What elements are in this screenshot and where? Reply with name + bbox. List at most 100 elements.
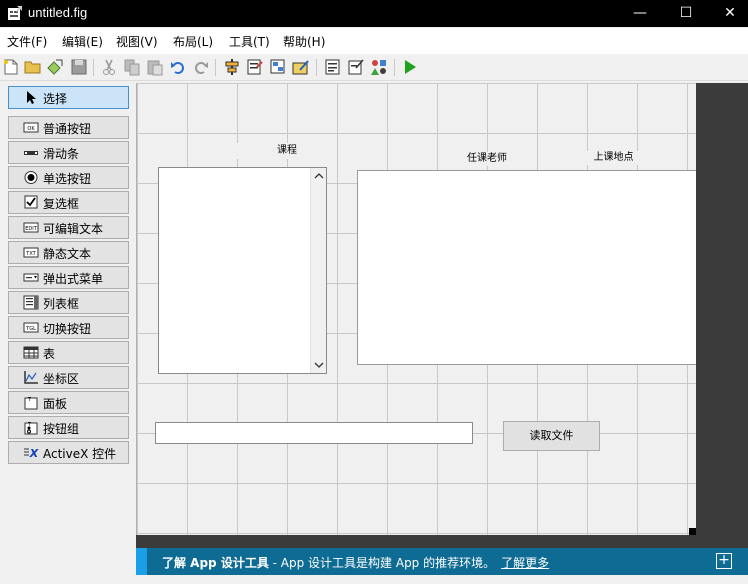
banner-accent (136, 548, 147, 575)
teacher-label[interactable]: 任课老师 (447, 152, 527, 166)
palette-panel[interactable]: T 面板 (8, 391, 129, 414)
palette-label: 滑动条 (43, 147, 80, 161)
menu-editor-icon[interactable] (246, 58, 264, 76)
palette-label: 切换按钮 (43, 322, 92, 336)
minimize-button[interactable]: — (620, 0, 660, 27)
palette-label: ActiveX 控件 (43, 447, 117, 461)
cursor-icon (27, 91, 36, 104)
toggle-icon: TGL (23, 322, 39, 333)
palette-label: 坐标区 (43, 372, 80, 386)
axes-icon (24, 371, 38, 384)
object-browser-icon[interactable] (347, 58, 365, 76)
palette-label: 列表框 (43, 297, 80, 311)
palette-label: 单选按钮 (43, 172, 92, 186)
canvas-resize-handle[interactable] (689, 528, 696, 535)
app-designer-banner: 了解 App 设计工具 - App 设计工具是构建 App 的推荐环境。 了解更多… (136, 548, 748, 575)
palette-label: 选择 (43, 92, 68, 106)
palette-label: 表 (43, 347, 56, 361)
radio-icon (24, 171, 38, 184)
palette-checkbox[interactable]: 复选框 (8, 191, 129, 214)
maximize-button[interactable]: ☐ (666, 0, 706, 27)
activex-icon: X (24, 447, 39, 460)
palette-table[interactable]: 表 (8, 341, 129, 364)
palette-select[interactable]: 选择 (8, 86, 129, 109)
menu-view[interactable]: 视图(V) (116, 33, 158, 50)
menu-help[interactable]: 帮助(H) (283, 33, 325, 50)
pushbutton-icon: OK (23, 122, 39, 133)
popup-menu-icon (23, 273, 39, 282)
component-palette: 选择 OK 普通按钮 滑动条 单选按钮 复选框 EDIT 可编辑文本 TXT 静… (0, 82, 136, 584)
align-icon[interactable] (223, 58, 241, 76)
menu-layout[interactable]: 布局(L) (173, 33, 213, 50)
export-icon[interactable] (46, 58, 64, 76)
run-icon[interactable] (401, 58, 419, 76)
checkbox-icon (24, 195, 38, 209)
location-label[interactable]: 上课地点 (577, 151, 650, 165)
save-icon[interactable] (70, 58, 88, 76)
palette-button-group[interactable]: T 按钮组 (8, 416, 129, 439)
svg-text:TGL: TGL (25, 326, 36, 332)
canvas-margin-right (696, 83, 748, 535)
property-inspector-icon[interactable] (324, 58, 342, 76)
course-label[interactable]: 课程 (237, 143, 337, 159)
learn-more-link[interactable]: 了解更多 (501, 556, 549, 570)
palette-listbox[interactable]: 列表框 (8, 291, 129, 314)
palette-toggle[interactable]: TGL 切换按钮 (8, 316, 129, 339)
close-button[interactable]: ✕ (710, 0, 748, 27)
redo-icon[interactable] (192, 58, 210, 76)
schedule-table[interactable] (357, 170, 696, 365)
open-folder-icon[interactable] (24, 58, 42, 76)
toolbar-separator (394, 59, 395, 76)
palette-axes[interactable]: 坐标区 (8, 366, 129, 389)
expand-icon[interactable]: + (716, 553, 732, 569)
palette-activex[interactable]: X ActiveX 控件 (8, 441, 129, 464)
static-text-icon: TXT (23, 247, 39, 258)
palette-label: 静态文本 (43, 247, 92, 261)
course-listbox[interactable] (158, 167, 327, 374)
table-icon (23, 346, 39, 359)
chevron-down-icon[interactable] (314, 360, 324, 370)
menu-file[interactable]: 文件(F) (7, 33, 47, 50)
menu-edit[interactable]: 编辑(E) (62, 33, 103, 50)
palette-label: 弹出式菜单 (43, 272, 104, 286)
palette-radio[interactable]: 单选按钮 (8, 166, 129, 189)
toolbar-separator (215, 59, 216, 76)
shapes-icon[interactable] (370, 58, 388, 76)
listbox-icon (23, 295, 39, 310)
chevron-up-icon[interactable] (314, 171, 324, 181)
palette-label: 面板 (43, 397, 68, 411)
palette-static-text[interactable]: TXT 静态文本 (8, 241, 129, 264)
paste-icon[interactable] (146, 58, 164, 76)
svg-text:TXT: TXT (25, 251, 36, 257)
file-path-field[interactable] (155, 422, 473, 444)
listbox-scrollbar[interactable] (310, 168, 326, 373)
banner-description: - App 设计工具是构建 App 的推荐环境。 (268, 556, 496, 570)
editor-icon[interactable] (292, 58, 310, 76)
svg-text:OK: OK (27, 126, 35, 132)
toolbar-separator (316, 59, 317, 76)
new-file-icon[interactable] (2, 58, 20, 76)
palette-label: 复选框 (43, 197, 80, 211)
palette-label: 按钮组 (43, 422, 80, 436)
palette-edit-text[interactable]: EDIT 可编辑文本 (8, 216, 129, 239)
banner-text: 了解 App 设计工具 - App 设计工具是构建 App 的推荐环境。 了解更多 (162, 554, 549, 571)
svg-text:X: X (29, 447, 39, 460)
menu-bar: 文件(F) 编辑(E) 视图(V) 布局(L) 工具(T) 帮助(H) (0, 28, 748, 54)
palette-popup-menu[interactable]: 弹出式菜单 (8, 266, 129, 289)
svg-text:EDIT: EDIT (25, 226, 37, 232)
cut-icon[interactable] (100, 58, 118, 76)
canvas-margin-bottom (136, 535, 748, 548)
read-file-button[interactable]: 读取文件 (503, 421, 600, 451)
copy-icon[interactable] (123, 58, 141, 76)
horizontal-scrollbar[interactable] (136, 575, 748, 584)
tab-order-icon[interactable] (269, 58, 287, 76)
palette-slider[interactable]: 滑动条 (8, 141, 129, 164)
window-title: untitled.fig (28, 5, 88, 20)
menu-tools[interactable]: 工具(T) (229, 33, 270, 50)
toolbar (0, 55, 748, 81)
palette-pushbutton[interactable]: OK 普通按钮 (8, 116, 129, 139)
undo-icon[interactable] (169, 58, 187, 76)
edit-text-icon: EDIT (23, 222, 39, 233)
slider-icon (24, 151, 38, 155)
design-canvas[interactable]: 课程 任课老师 上课地点 读取文件 (136, 83, 696, 535)
